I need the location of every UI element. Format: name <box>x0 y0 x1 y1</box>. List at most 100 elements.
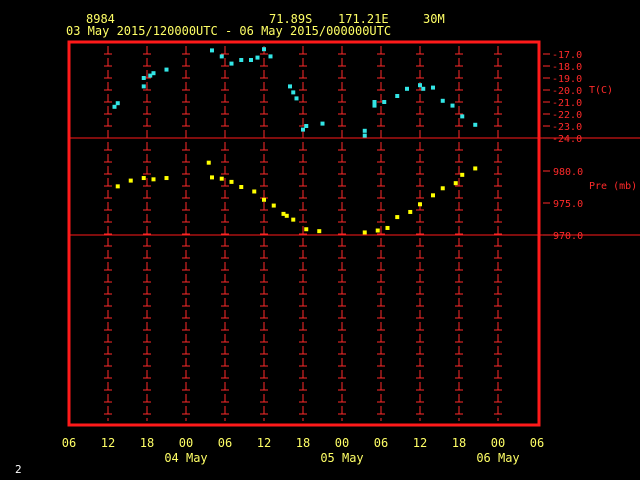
time-tick-label: 06 <box>62 436 76 450</box>
temperature-axis-label: T(C) <box>589 85 613 96</box>
date-label: 05 May <box>320 451 363 465</box>
temperature-point <box>431 85 435 90</box>
interval: 30M <box>423 12 445 26</box>
time-tick-label: 06 <box>374 436 388 450</box>
temperature-point <box>219 54 224 59</box>
time-tick-label: 18 <box>140 436 154 450</box>
pressure-point <box>284 213 289 218</box>
pressure-point <box>453 181 458 186</box>
temperature-point <box>229 61 234 66</box>
temperature-point <box>239 58 244 62</box>
temperature-point <box>141 84 146 89</box>
temperature-point <box>151 71 156 76</box>
pressure-point <box>418 202 422 207</box>
time-period: 03 May 2015/120000UTC - 06 May 2015/0000… <box>66 24 392 38</box>
pressure-point <box>362 230 367 235</box>
pressure-axis: 980.0 975.0 970.0 Pre (mb) <box>543 167 637 242</box>
temperature-point <box>372 100 377 104</box>
temperature-point <box>382 100 387 104</box>
time-axis: 06 12 18 00 06 12 18 00 06 12 18 00 06 04 May 05 May 06… <box>62 436 544 465</box>
temperature-point <box>301 127 305 132</box>
temperature-tick-label: -20.0 <box>552 86 582 97</box>
temperature-point <box>112 104 117 109</box>
temperature-tick-label: -21.0 <box>552 98 582 109</box>
time-tick-label: 00 <box>179 436 193 450</box>
pressure-point <box>252 189 257 194</box>
temperature-point <box>255 55 260 60</box>
pressure-point <box>385 225 390 230</box>
temperature-point <box>249 58 253 62</box>
pressure-tick-label: 975.0 <box>553 199 583 210</box>
pressure-point <box>262 197 266 202</box>
pressure-point <box>239 185 244 189</box>
temperature-tick-label: -17.0 <box>552 50 582 61</box>
temperature-point <box>460 114 465 119</box>
pressure-point <box>271 203 276 208</box>
chart-canvas: -17.0-18.0-19.0-20.0-21.0-22.0-23.0-24.0… <box>62 40 640 465</box>
temperature-point <box>304 124 309 128</box>
pressure-point <box>460 172 465 177</box>
temperature-point <box>291 90 296 95</box>
temperature-point <box>362 128 367 133</box>
pressure-point <box>473 166 478 171</box>
pressure-tick-label: 970.0 <box>553 231 583 242</box>
temperature-point <box>262 47 266 52</box>
temperature-point <box>372 103 377 108</box>
time-tick-label: 06 <box>530 436 544 450</box>
temperature-point <box>141 76 146 80</box>
temperature-point <box>288 84 292 89</box>
temperature-point <box>362 133 367 138</box>
temperature-series <box>112 47 478 138</box>
pressure-axis-label: Pre (mb) <box>589 181 637 192</box>
pressure-point <box>304 227 309 232</box>
reference-lines <box>69 137 640 236</box>
pressure-point <box>395 215 400 220</box>
pressure-point <box>115 184 120 189</box>
pressure-point <box>206 160 211 165</box>
temperature-point <box>440 98 445 103</box>
time-tick-label: 00 <box>491 436 505 450</box>
temperature-point <box>115 101 120 106</box>
pressure-point <box>164 176 169 181</box>
time-tick-label: 18 <box>296 436 310 450</box>
temperature-point <box>450 103 455 108</box>
pressure-point <box>431 193 435 198</box>
page-number: 2 <box>15 463 22 476</box>
pressure-tick-label: 980.0 <box>553 167 583 178</box>
temperature-point <box>294 96 299 101</box>
temperature-tick-label: -24.0 <box>552 134 582 145</box>
pressure-point <box>229 179 234 184</box>
temperature-point <box>421 86 426 91</box>
time-tick-label: 12 <box>413 436 427 450</box>
time-tick-label: 06 <box>218 436 232 450</box>
temperature-point <box>418 83 422 88</box>
temperature-point <box>164 67 169 72</box>
temperature-point <box>473 122 478 127</box>
time-tick-label: 00 <box>335 436 349 450</box>
temperature-point <box>405 86 409 91</box>
temperature-point <box>268 54 273 59</box>
pressure-point <box>151 177 156 182</box>
pressure-point <box>440 186 445 191</box>
pressure-point <box>408 209 413 214</box>
pressure-point <box>317 229 322 234</box>
temperature-tick-label: -18.0 <box>552 62 582 73</box>
temperature-point <box>210 48 214 53</box>
pressure-point <box>210 175 214 180</box>
temperature-tick-label: -19.0 <box>552 74 582 85</box>
temperature-tick-label: -22.0 <box>552 110 582 121</box>
temperature-axis: -17.0-18.0-19.0-20.0-21.0-22.0-23.0-24.0… <box>543 50 613 145</box>
pressure-point <box>375 228 380 233</box>
pressure-point <box>291 217 296 222</box>
temperature-tick-label: -23.0 <box>552 122 582 133</box>
time-tick-label: 12 <box>101 436 115 450</box>
time-tick-label: 18 <box>452 436 466 450</box>
date-label: 04 May <box>164 451 207 465</box>
pressure-point <box>141 176 146 181</box>
date-label: 06 May <box>476 451 519 465</box>
time-tick-label: 12 <box>257 436 271 450</box>
temperature-point <box>320 121 325 126</box>
pressure-point <box>128 178 133 183</box>
pressure-point <box>219 176 224 181</box>
temperature-point <box>395 94 400 98</box>
